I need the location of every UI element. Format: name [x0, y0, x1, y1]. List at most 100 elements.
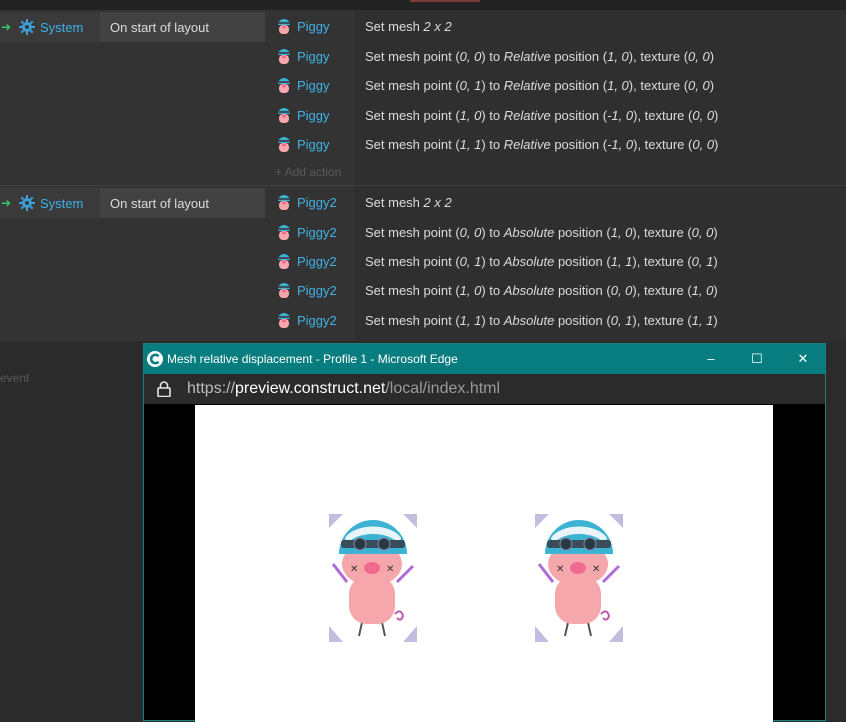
- action-row[interactable]: Piggy Set mesh point (1, 0) to Relative p…: [265, 100, 846, 129]
- action-object[interactable]: Piggy: [297, 108, 330, 123]
- action-text-part: ): [713, 283, 718, 298]
- action-text-part: ): [709, 49, 715, 64]
- piggy-icon: [278, 78, 290, 93]
- action-text-part: ), texture (: [633, 108, 693, 123]
- action-param: 1, 0: [459, 283, 482, 298]
- condition-text[interactable]: On start of layout: [110, 20, 209, 35]
- action-text-part: Set mesh: [365, 195, 424, 210]
- action-text[interactable]: Set mesh point (0, 0) to Relative positi…: [365, 49, 714, 64]
- action-object[interactable]: Piggy2: [297, 195, 337, 210]
- action-text[interactable]: Set mesh point (1, 0) to Absolute positi…: [365, 283, 718, 298]
- action-text-part: ) to: [481, 49, 504, 64]
- action-row[interactable]: Piggy Set mesh point (1, 1) to Relative p…: [265, 129, 846, 158]
- svg-text:✕: ✕: [592, 564, 600, 575]
- action-param: 1, 1: [610, 254, 633, 269]
- svg-text:✕: ✕: [386, 564, 394, 575]
- action-text-part: Set mesh point (: [365, 78, 460, 93]
- action-row[interactable]: Piggy Set mesh point (0, 1) to Relative p…: [265, 70, 846, 99]
- action-row[interactable]: Piggy2 Set mesh point (0, 0) to Absolute …: [265, 217, 846, 246]
- url-path: /local/index.html: [385, 380, 501, 397]
- svg-text:✕: ✕: [350, 564, 358, 575]
- action-text[interactable]: Set mesh point (0, 0) to Absolute positi…: [365, 225, 718, 240]
- action-object[interactable]: Piggy2: [297, 254, 337, 269]
- action-row[interactable]: Piggy Set mesh point (0, 0) to Relative p…: [265, 41, 846, 70]
- action-param: 0, 1: [610, 313, 633, 328]
- action-param: 0, 1: [459, 78, 482, 93]
- add-event-hint[interactable]: event: [0, 371, 29, 385]
- action-param: 1, 0: [459, 108, 482, 123]
- browser-window[interactable]: Mesh relative displacement - Profile 1 -…: [143, 343, 826, 722]
- action-object[interactable]: Piggy2: [297, 283, 337, 298]
- maximize-button[interactable]: ☐: [734, 344, 780, 374]
- construct-logo-icon: [147, 351, 163, 367]
- toolbar-strip: [0, 0, 846, 10]
- add-action-button[interactable]: + Add action: [275, 165, 341, 179]
- address-bar[interactable]: https://preview.construct.net/local/inde…: [144, 374, 825, 404]
- action-param: Absolute: [503, 225, 555, 240]
- action-text[interactable]: Set mesh point (1, 1) to Absolute positi…: [365, 313, 718, 328]
- browser-titlebar[interactable]: Mesh relative displacement - Profile 1 -…: [144, 344, 825, 374]
- piggy-icon: [278, 313, 290, 328]
- action-text-part: ) to: [481, 254, 504, 269]
- action-text-part: ): [713, 254, 718, 269]
- event-block-1[interactable]: ➜ System On start of layout + Add action…: [0, 10, 846, 185]
- action-param: 0, 0: [692, 137, 715, 152]
- action-param: 0, 0: [688, 49, 710, 64]
- action-text-part: position (: [554, 225, 611, 240]
- action-text-part: ) to: [481, 283, 504, 298]
- action-param: 1, 0: [610, 225, 633, 240]
- action-text-part: ) to: [481, 137, 504, 152]
- url-host: preview.construct.net: [235, 380, 386, 397]
- action-object[interactable]: Piggy: [297, 19, 330, 34]
- action-text-part: position (: [550, 137, 608, 152]
- minimize-button[interactable]: –: [688, 344, 734, 374]
- condition-text[interactable]: On start of layout: [110, 196, 209, 211]
- action-param: 0, 0: [688, 78, 710, 93]
- condition-object[interactable]: System: [40, 196, 83, 211]
- action-text[interactable]: Set mesh point (0, 1) to Absolute positi…: [365, 254, 718, 269]
- action-text-part: position (: [554, 283, 611, 298]
- action-text-part: position (: [554, 313, 611, 328]
- action-text[interactable]: Set mesh 2 x 2: [365, 195, 452, 210]
- action-param: 1, 1: [691, 313, 714, 328]
- action-param: 0, 0: [692, 108, 715, 123]
- action-object[interactable]: Piggy: [297, 137, 330, 152]
- action-text[interactable]: Set mesh point (1, 0) to Relative positi…: [365, 108, 718, 123]
- action-text-part: position (: [554, 254, 611, 269]
- action-text[interactable]: Set mesh point (0, 1) to Relative positi…: [365, 78, 714, 93]
- action-param: Absolute: [503, 313, 555, 328]
- action-text[interactable]: Set mesh 2 x 2: [365, 19, 452, 34]
- action-param: 1, 0: [607, 78, 629, 93]
- action-param: 0, 0: [691, 225, 714, 240]
- piggy-icon: [278, 195, 290, 210]
- action-row[interactable]: Piggy2 Set mesh point (0, 1) to Absolute …: [265, 246, 846, 275]
- action-row[interactable]: Piggy Set mesh 2 x 2: [265, 11, 846, 40]
- event-block-2[interactable]: ➜ System On start of layout Piggy2 Set me…: [0, 186, 846, 341]
- lock-icon: [157, 381, 171, 397]
- action-object[interactable]: Piggy: [297, 49, 330, 64]
- action-object[interactable]: Piggy: [297, 78, 330, 93]
- condition-row[interactable]: ➜ System On start of layout: [0, 188, 265, 218]
- action-row[interactable]: Piggy2 Set mesh point (1, 0) to Absolute …: [265, 275, 846, 304]
- condition-row[interactable]: ➜ System On start of layout: [0, 12, 265, 42]
- action-object[interactable]: Piggy2: [297, 313, 337, 328]
- action-row[interactable]: Piggy2 Set mesh point (1, 1) to Absolute …: [265, 305, 846, 334]
- action-text-part: ): [714, 108, 719, 123]
- piggy2-sprite: ✕ ✕: [535, 514, 623, 642]
- game-canvas[interactable]: ✕ ✕ ✕ ✕: [195, 405, 773, 722]
- action-text-part: ) to: [481, 78, 504, 93]
- action-param: 0, 0: [459, 225, 482, 240]
- action-param: 1, 1: [459, 137, 482, 152]
- action-text-part: ), texture (: [632, 313, 692, 328]
- action-row[interactable]: Piggy2 Set mesh 2 x 2: [265, 187, 846, 216]
- url-text[interactable]: https://preview.construct.net/local/inde…: [187, 380, 500, 398]
- action-text-part: ), texture (: [632, 283, 692, 298]
- piggy-icon: [278, 254, 290, 269]
- condition-object[interactable]: System: [40, 20, 83, 35]
- trigger-arrow-icon: ➜: [1, 196, 12, 210]
- action-param: 0, 0: [459, 49, 482, 64]
- action-text[interactable]: Set mesh point (1, 1) to Relative positi…: [365, 137, 718, 152]
- action-text-part: Set mesh: [365, 19, 424, 34]
- close-button[interactable]: ✕: [780, 344, 826, 374]
- action-object[interactable]: Piggy2: [297, 225, 337, 240]
